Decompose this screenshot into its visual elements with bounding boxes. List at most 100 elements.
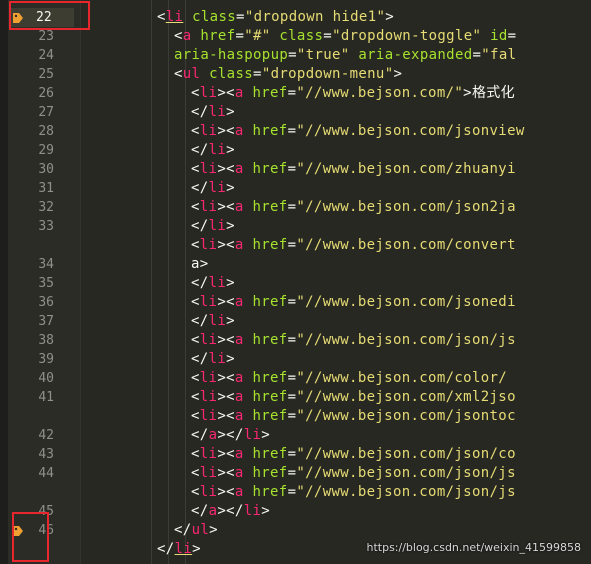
line-number-36: 36 — [38, 295, 54, 310]
watermark: https://blog.csdn.net/weixin_41599858 — [366, 541, 581, 554]
code-token-tag: a — [234, 199, 244, 215]
code-token-attr: href — [252, 446, 288, 462]
code-token-tag: li — [208, 275, 227, 291]
code-token-br: >< — [217, 408, 235, 424]
code-line[interactable]: <li><a href="//www.bejson.com/json/js — [191, 331, 516, 350]
line-number-44: 44 — [38, 466, 54, 481]
code-token-tag: a — [234, 161, 244, 177]
highlight-box-line-22 — [9, 1, 90, 30]
code-token-br: </ — [191, 142, 209, 158]
code-editor[interactable]: 22 23 24 25 26 27 28 29 30 31 32 33 34 35 36 37 38 39 40 41… — [0, 0, 591, 564]
indent-guide — [151, 0, 152, 564]
code-token-str: "dropdown-menu" — [261, 66, 394, 82]
code-token-tag: li — [208, 104, 227, 120]
code-token-br: < — [157, 9, 166, 25]
code-line[interactable]: <li><a href="//www.bejson.com/json/co — [191, 445, 516, 464]
line-number-wrap — [24, 236, 54, 255]
line-number-39: 39 — [38, 352, 54, 367]
code-line[interactable]: </li> — [191, 141, 235, 160]
line-number-38: 38 — [38, 333, 54, 348]
code-token-br: >< — [217, 465, 235, 481]
code-token-br: > — [199, 256, 209, 272]
line-number-34: 34 — [38, 257, 54, 272]
code-token-br: >< — [217, 85, 235, 101]
code-token-br: < — [191, 484, 200, 500]
code-line[interactable]: </li> — [191, 312, 235, 331]
code-token-str: "//www.bejson.com/xml2jso — [296, 389, 516, 405]
code-line[interactable]: </a></li> — [191, 502, 270, 521]
code-token-br: </ — [191, 503, 209, 519]
code-line[interactable]: </li> — [191, 103, 235, 122]
code-line[interactable]: <li><a href="//www.bejson.com/zhuanyi — [191, 160, 516, 179]
code-token-tag: li — [208, 218, 227, 234]
code-token-tag: ul — [191, 522, 210, 538]
code-token-br: </ — [191, 275, 209, 291]
code-line[interactable]: </li> — [191, 179, 235, 198]
code-token-str: "//www.bejson.com/zhuanyi — [296, 161, 516, 177]
line-number-31: 31 — [38, 181, 54, 196]
code-token-str: "#" — [244, 28, 271, 44]
code-token-br: < — [191, 446, 200, 462]
code-line[interactable]: <li><a href="//www.bejson.com/jsonedi — [191, 293, 516, 312]
code-line[interactable]: aria-haspopup="true" aria-expanded="fal — [174, 46, 516, 65]
code-token-br: >< — [217, 237, 235, 253]
code-line[interactable]: <li><a href="//www.bejson.com/json/js — [191, 483, 516, 502]
code-token-br: = — [288, 47, 297, 63]
line-number-41: 41 — [38, 390, 54, 405]
line-number-32: 32 — [38, 200, 54, 215]
code-token-br: > — [226, 313, 235, 329]
gutter-edge — [0, 0, 8, 564]
code-token-str: "//www.bejson.com/convert — [296, 237, 516, 253]
code-line[interactable]: <li><a href="//www.bejson.com/convert — [191, 236, 516, 255]
line-number-26: 26 — [38, 86, 54, 101]
code-line[interactable]: <li class="dropdown hide1"> — [157, 8, 394, 27]
code-token-tag: a — [182, 28, 192, 44]
code-token-tag: li — [208, 142, 227, 158]
code-token-attr: href — [252, 161, 288, 177]
line-number-37: 37 — [38, 314, 54, 329]
code-token-tag: ul — [182, 66, 201, 82]
code-line[interactable]: </li> — [157, 540, 201, 559]
code-line[interactable]: <a href="#" class="dropdown-toggle" id= — [174, 27, 516, 46]
code-line[interactable]: </li> — [191, 350, 235, 369]
code-token-br: > — [226, 104, 235, 120]
code-token-br: >< — [217, 332, 235, 348]
code-token-br: = — [323, 28, 333, 44]
code-token-br: </ — [191, 351, 209, 367]
code-line[interactable]: </li> — [191, 217, 235, 236]
code-token-tag: li — [199, 408, 218, 424]
code-line[interactable]: <ul class="dropdown-menu"> — [174, 65, 402, 84]
line-number-40: 40 — [38, 371, 54, 386]
code-line[interactable]: <li><a href="//www.bejson.com/">格式化 — [191, 84, 515, 103]
code-token-tag: li — [208, 180, 227, 196]
code-token-tag: a — [234, 408, 244, 424]
code-token-str: "//www.bejson.com/color/ — [296, 370, 508, 386]
code-token-attr: href — [252, 199, 288, 215]
code-line[interactable]: <li><a href="//www.bejson.com/jsontoc — [191, 407, 516, 426]
code-line[interactable]: </a></li> — [191, 426, 270, 445]
code-token-tag: a — [234, 465, 244, 481]
code-token-br: > — [261, 503, 271, 519]
code-line[interactable]: <li><a href="//www.bejson.com/json2ja — [191, 198, 516, 217]
line-number-43: 43 — [38, 447, 54, 462]
code-token-br: < — [191, 370, 200, 386]
code-line[interactable]: a> — [191, 255, 209, 274]
code-token-str: "dropdown-toggle" — [332, 28, 482, 44]
line-number-27: 27 — [38, 105, 54, 120]
code-line[interactable]: <li><a href="//www.bejson.com/xml2jso — [191, 388, 516, 407]
code-token-tag: li — [208, 351, 227, 367]
code-line[interactable]: <li><a href="//www.bejson.com/jsonview — [191, 122, 525, 141]
code-area[interactable]: <li class="dropdown hide1"> <a href="#" c… — [80, 0, 591, 564]
code-line[interactable]: <li><a href="//www.bejson.com/json/js — [191, 464, 516, 483]
code-line[interactable]: <li><a href="//www.bejson.com/color/ — [191, 369, 507, 388]
code-token-str: "//www.bejson.com/json/js — [296, 484, 516, 500]
code-token-br: >< — [217, 446, 235, 462]
line-number-gutter[interactable]: 22 23 24 25 26 27 28 29 30 31 32 33 34 35 36 37 38 39 40 41… — [0, 0, 81, 564]
code-token-tag: a — [234, 123, 244, 139]
code-line[interactable]: </ul> — [174, 521, 218, 540]
code-line[interactable]: </li> — [191, 274, 235, 293]
line-number-42: 42 — [38, 428, 54, 443]
code-token-str: "//www.bejson.com/jsonview — [296, 123, 525, 139]
code-token-attr: aria-haspopup — [174, 47, 289, 63]
